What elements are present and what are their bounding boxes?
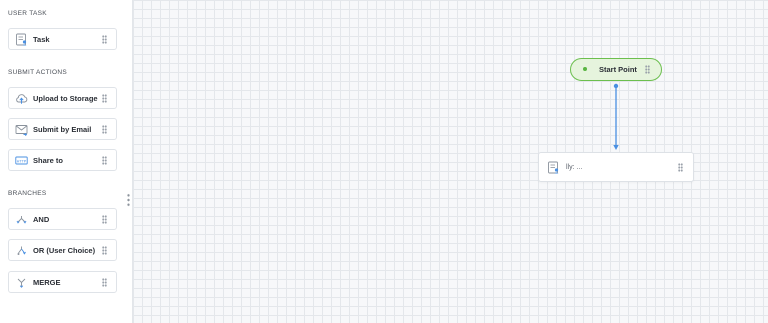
- drag-handle-icon[interactable]: [678, 163, 683, 172]
- palette-item-label: Upload to Storage: [33, 94, 98, 103]
- or-branch-icon: [17, 246, 26, 255]
- cloud-upload-icon: [16, 94, 28, 104]
- sidebar: USER TASK Task SUBMIT ACTIONS Upload to …: [0, 0, 133, 323]
- panel-resize-handle-icon[interactable]: [127, 193, 130, 207]
- palette-item-task[interactable]: Task: [8, 28, 117, 50]
- start-dot-icon: [583, 67, 587, 71]
- drag-handle-icon[interactable]: [102, 125, 107, 134]
- share-icon: HTTP: [15, 156, 28, 165]
- section-title-user-task: USER TASK: [8, 10, 47, 17]
- task-icon: [548, 161, 559, 174]
- drag-handle-icon[interactable]: [102, 278, 107, 287]
- share-icon-text: HTTP: [17, 159, 27, 163]
- merge-icon: [17, 278, 26, 288]
- palette-item-label: AND: [33, 215, 50, 224]
- palette-item-upload-to-storage[interactable]: Upload to Storage: [8, 87, 117, 109]
- drag-handle-icon[interactable]: [102, 215, 107, 224]
- task-node-label: lly: ...: [566, 164, 583, 171]
- drag-handle-icon[interactable]: [645, 65, 650, 74]
- palette-item-or-user-choice[interactable]: OR (User Choice): [8, 239, 117, 261]
- palette-item-label: MERGE: [33, 278, 61, 287]
- start-point-node[interactable]: Start Point: [570, 58, 662, 81]
- start-point-label: Start Point: [599, 65, 637, 74]
- palette-item-share-to[interactable]: HTTP Share to: [8, 149, 117, 171]
- drag-handle-icon[interactable]: [102, 35, 107, 44]
- and-branch-icon: [16, 216, 27, 224]
- drag-handle-icon[interactable]: [102, 94, 107, 103]
- section-title-submit-actions: SUBMIT ACTIONS: [8, 69, 67, 76]
- section-title-branches: BRANCHES: [8, 190, 47, 197]
- task-icon: [16, 33, 27, 46]
- palette-item-and[interactable]: AND: [8, 208, 117, 230]
- email-icon: [15, 125, 28, 136]
- palette-item-label: OR (User Choice): [33, 246, 96, 255]
- palette-item-label: Task: [33, 35, 50, 44]
- palette-item-merge[interactable]: MERGE: [8, 271, 117, 293]
- drag-handle-icon[interactable]: [102, 246, 107, 255]
- palette-item-label: Share to: [33, 156, 64, 165]
- palette-item-submit-by-email[interactable]: Submit by Email: [8, 118, 117, 140]
- drag-handle-icon[interactable]: [102, 156, 107, 165]
- task-node[interactable]: lly: ...: [538, 152, 694, 182]
- palette-item-label: Submit by Email: [33, 125, 92, 134]
